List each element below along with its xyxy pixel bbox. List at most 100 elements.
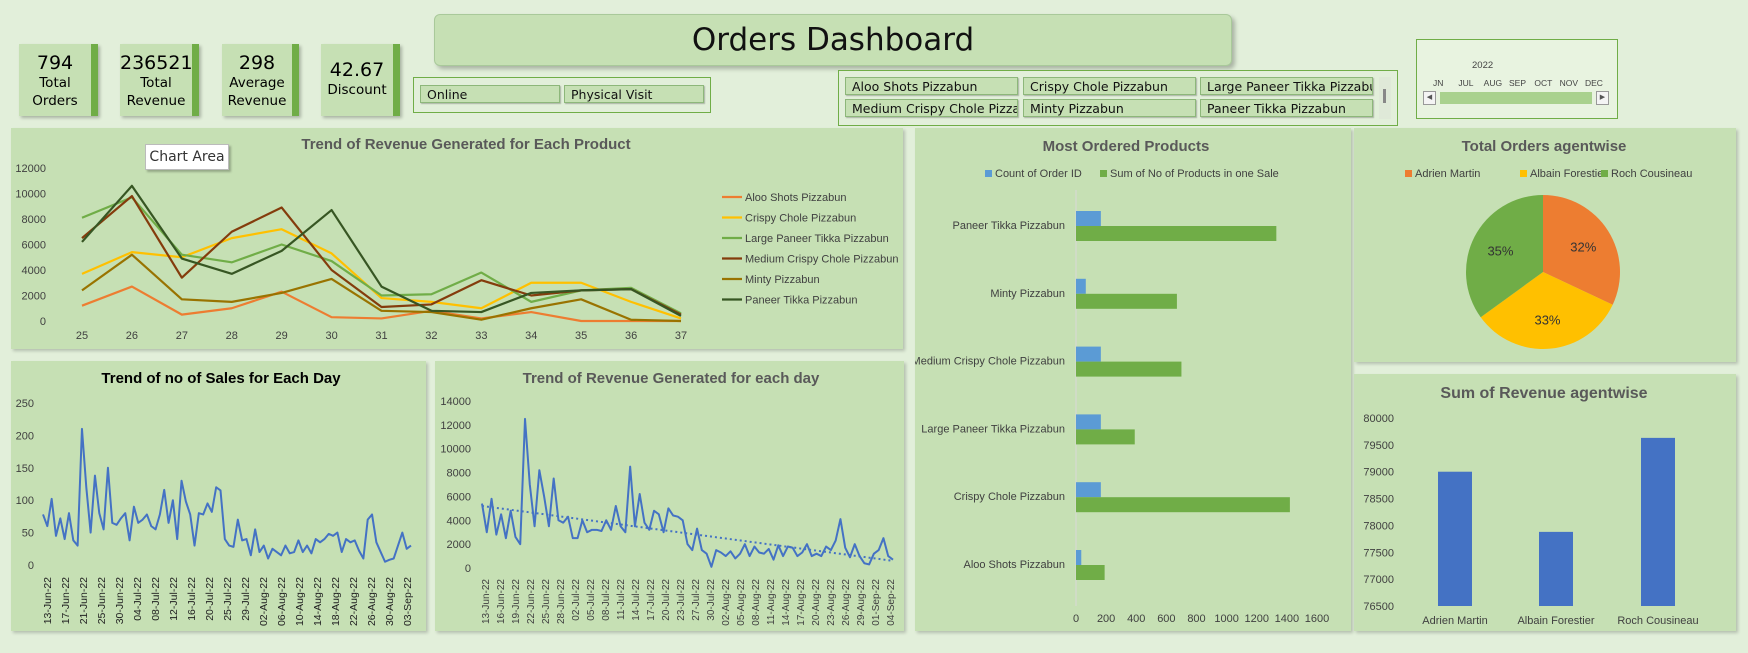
revenue-per-day-chart: Trend of Revenue Generated for each day 0…	[440, 370, 897, 626]
slicer-item-medium-crispy-chole[interactable]: Medium Crispy Chole Pizzab…	[845, 99, 1018, 117]
slicer-scrollbar[interactable]	[1379, 77, 1391, 119]
x-tick-label: 02-Aug-22	[721, 579, 732, 626]
bar	[1076, 565, 1105, 580]
x-tick-label: 11-Jul-22	[616, 579, 627, 620]
timeline-scroll-right[interactable]: ▶	[1596, 91, 1609, 105]
x-tick-label: 30-Aug-22	[384, 577, 396, 626]
chart-title: Sum of Revenue agentwise	[1440, 385, 1647, 402]
chart-area-tooltip: Chart Area	[145, 144, 229, 170]
legend-swatch	[1520, 170, 1527, 177]
kpi-value: 236521	[120, 52, 193, 74]
x-tick-label: 04-Sep-22	[886, 579, 897, 626]
chart-title: Most Ordered Products	[1043, 138, 1210, 155]
scrollbar-thumb[interactable]	[1383, 89, 1386, 103]
x-tick-label: 0	[1073, 613, 1079, 625]
category-label: Crispy Chole Pizzabun	[954, 491, 1065, 503]
timeline-scroll-left[interactable]: ◀	[1423, 91, 1436, 105]
x-tick-label: 03-Sep-22	[402, 577, 414, 626]
date-timeline: 2022 JN JUL AUG SEP OCT NOV DEC ◀ ▶	[1416, 39, 1618, 119]
x-tick-label: 14-Aug-22	[781, 579, 792, 626]
x-tick-label: 29-Aug-22	[856, 579, 867, 626]
x-tick-label: 20-Aug-22	[811, 579, 822, 626]
bar	[1076, 226, 1277, 241]
y-tick-label: 8000	[447, 468, 471, 480]
x-tick-label: 17-Jun-22	[60, 577, 72, 624]
legend-swatch	[1405, 170, 1412, 177]
x-tick-label: 22-Aug-22	[348, 577, 360, 626]
legend-swatch	[1601, 170, 1608, 177]
kpi-discount: 42.67 Discount	[321, 44, 400, 116]
most-ordered-chart: Most Ordered Products Count of Order ID Su…	[912, 138, 1330, 625]
x-tick-label: 27-Jul-22	[691, 579, 702, 621]
bar	[1076, 497, 1290, 513]
bar	[1076, 278, 1086, 294]
category-label: Paneer Tikka Pizzabun	[952, 220, 1065, 232]
revenue-per-day-panel[interactable]: Trend of Revenue Generated for each day 0…	[435, 361, 904, 631]
x-tick-label: 36	[625, 330, 637, 342]
y-tick-label: 78000	[1363, 520, 1394, 532]
most-ordered-panel[interactable]: Most Ordered Products Count of Order ID Su…	[912, 128, 1351, 631]
y-tick-label: 8000	[22, 214, 46, 226]
timeline-track[interactable]	[1440, 92, 1592, 104]
x-tick-label: 13-Jun-22	[481, 579, 492, 624]
timeline-month-label: SEP	[1509, 78, 1527, 88]
x-tick-label: 14-Aug-22	[312, 577, 324, 626]
x-tick-label: 16-Jul-22	[186, 577, 198, 621]
timeline-month-label: AUG	[1483, 78, 1503, 88]
category-label: Large Paneer Tikka Pizzabun	[921, 423, 1065, 435]
x-tick-label: 26-Aug-22	[841, 579, 852, 626]
sales-per-day-panel[interactable]: Trend of no of Sales for Each Day 0 50 100 1…	[11, 361, 426, 631]
bar	[1438, 471, 1472, 606]
x-tick-label: 1200	[1245, 613, 1269, 625]
x-tick-label: 29-Jul-22	[240, 577, 252, 621]
y-tick-label: 2000	[22, 291, 46, 303]
y-tick-label: 100	[16, 495, 34, 507]
bar	[1076, 429, 1135, 445]
x-tick-label: 1600	[1305, 613, 1329, 625]
x-tick-label: 25-Jun-22	[541, 579, 552, 624]
slicer-item-crispy-chole[interactable]: Crispy Chole Pizzabun	[1023, 77, 1196, 95]
x-tick-label: 04-Jul-22	[132, 577, 144, 621]
slice-label: 32%	[1570, 239, 1596, 254]
bar	[1539, 531, 1573, 606]
slicer-item-physical-visit[interactable]: Physical Visit	[564, 85, 704, 103]
slicer-item-aloo-shots[interactable]: Aloo Shots Pizzabun	[845, 77, 1018, 95]
x-tick-label: 18-Aug-22	[330, 577, 342, 626]
slicer-item-minty[interactable]: Minty Pizzabun	[1023, 99, 1196, 117]
x-tick-label: 17-Jul-22	[646, 579, 657, 621]
x-tick-label: 25	[76, 330, 88, 342]
x-tick-label: 27	[176, 330, 188, 342]
legend-label: Minty Pizzabun	[745, 274, 820, 286]
orders-agentwise-panel[interactable]: Total Orders agentwise Adrien Martin Albai…	[1354, 128, 1736, 362]
timeline-month-label: NOV	[1559, 78, 1579, 88]
y-tick-label: 10000	[15, 189, 46, 201]
legend-label: Count of Order ID	[995, 168, 1082, 180]
kpi-total-orders: 794 Total Orders	[19, 44, 98, 116]
kpi-value: 298	[238, 52, 276, 74]
revenue-agentwise-panel[interactable]: Sum of Revenue agentwise 76500 77000 77500 7…	[1354, 374, 1736, 631]
x-tick-label: 31	[375, 330, 387, 342]
x-tick-label: 05-Jul-22	[586, 579, 597, 621]
bar	[1076, 550, 1082, 565]
legend-label: Paneer Tikka Pizzabun	[745, 295, 858, 307]
y-tick-label: 0	[28, 560, 34, 572]
y-tick-label: 78500	[1363, 494, 1394, 506]
x-tick-label: 22-Jun-22	[526, 579, 537, 624]
x-tick-label: 29	[276, 330, 288, 342]
kpi-label: Total	[140, 75, 172, 91]
y-tick-label: 6000	[447, 491, 471, 503]
x-tick-label: 33	[475, 330, 487, 342]
x-tick-label: 25-Jun-22	[96, 577, 108, 624]
x-tick-label: 12-Jul-22	[168, 577, 180, 621]
slicer-item-paneer-tikka[interactable]: Paneer Tikka Pizzabun	[1200, 99, 1373, 117]
x-tick-label: 23-Aug-22	[826, 579, 837, 626]
y-tick-label: 250	[16, 398, 34, 410]
series-line	[42, 427, 412, 563]
kpi-label: Average	[229, 75, 285, 91]
slicer-item-online[interactable]: Online	[420, 85, 560, 103]
x-tick-label: 35	[575, 330, 587, 342]
y-tick-label: 79000	[1363, 467, 1394, 479]
dashboard-title: Orders Dashboard	[434, 14, 1232, 66]
slicer-item-large-paneer[interactable]: Large Paneer Tikka Pizzabun	[1200, 77, 1373, 95]
timeline-month-label: JUL	[1458, 78, 1474, 88]
